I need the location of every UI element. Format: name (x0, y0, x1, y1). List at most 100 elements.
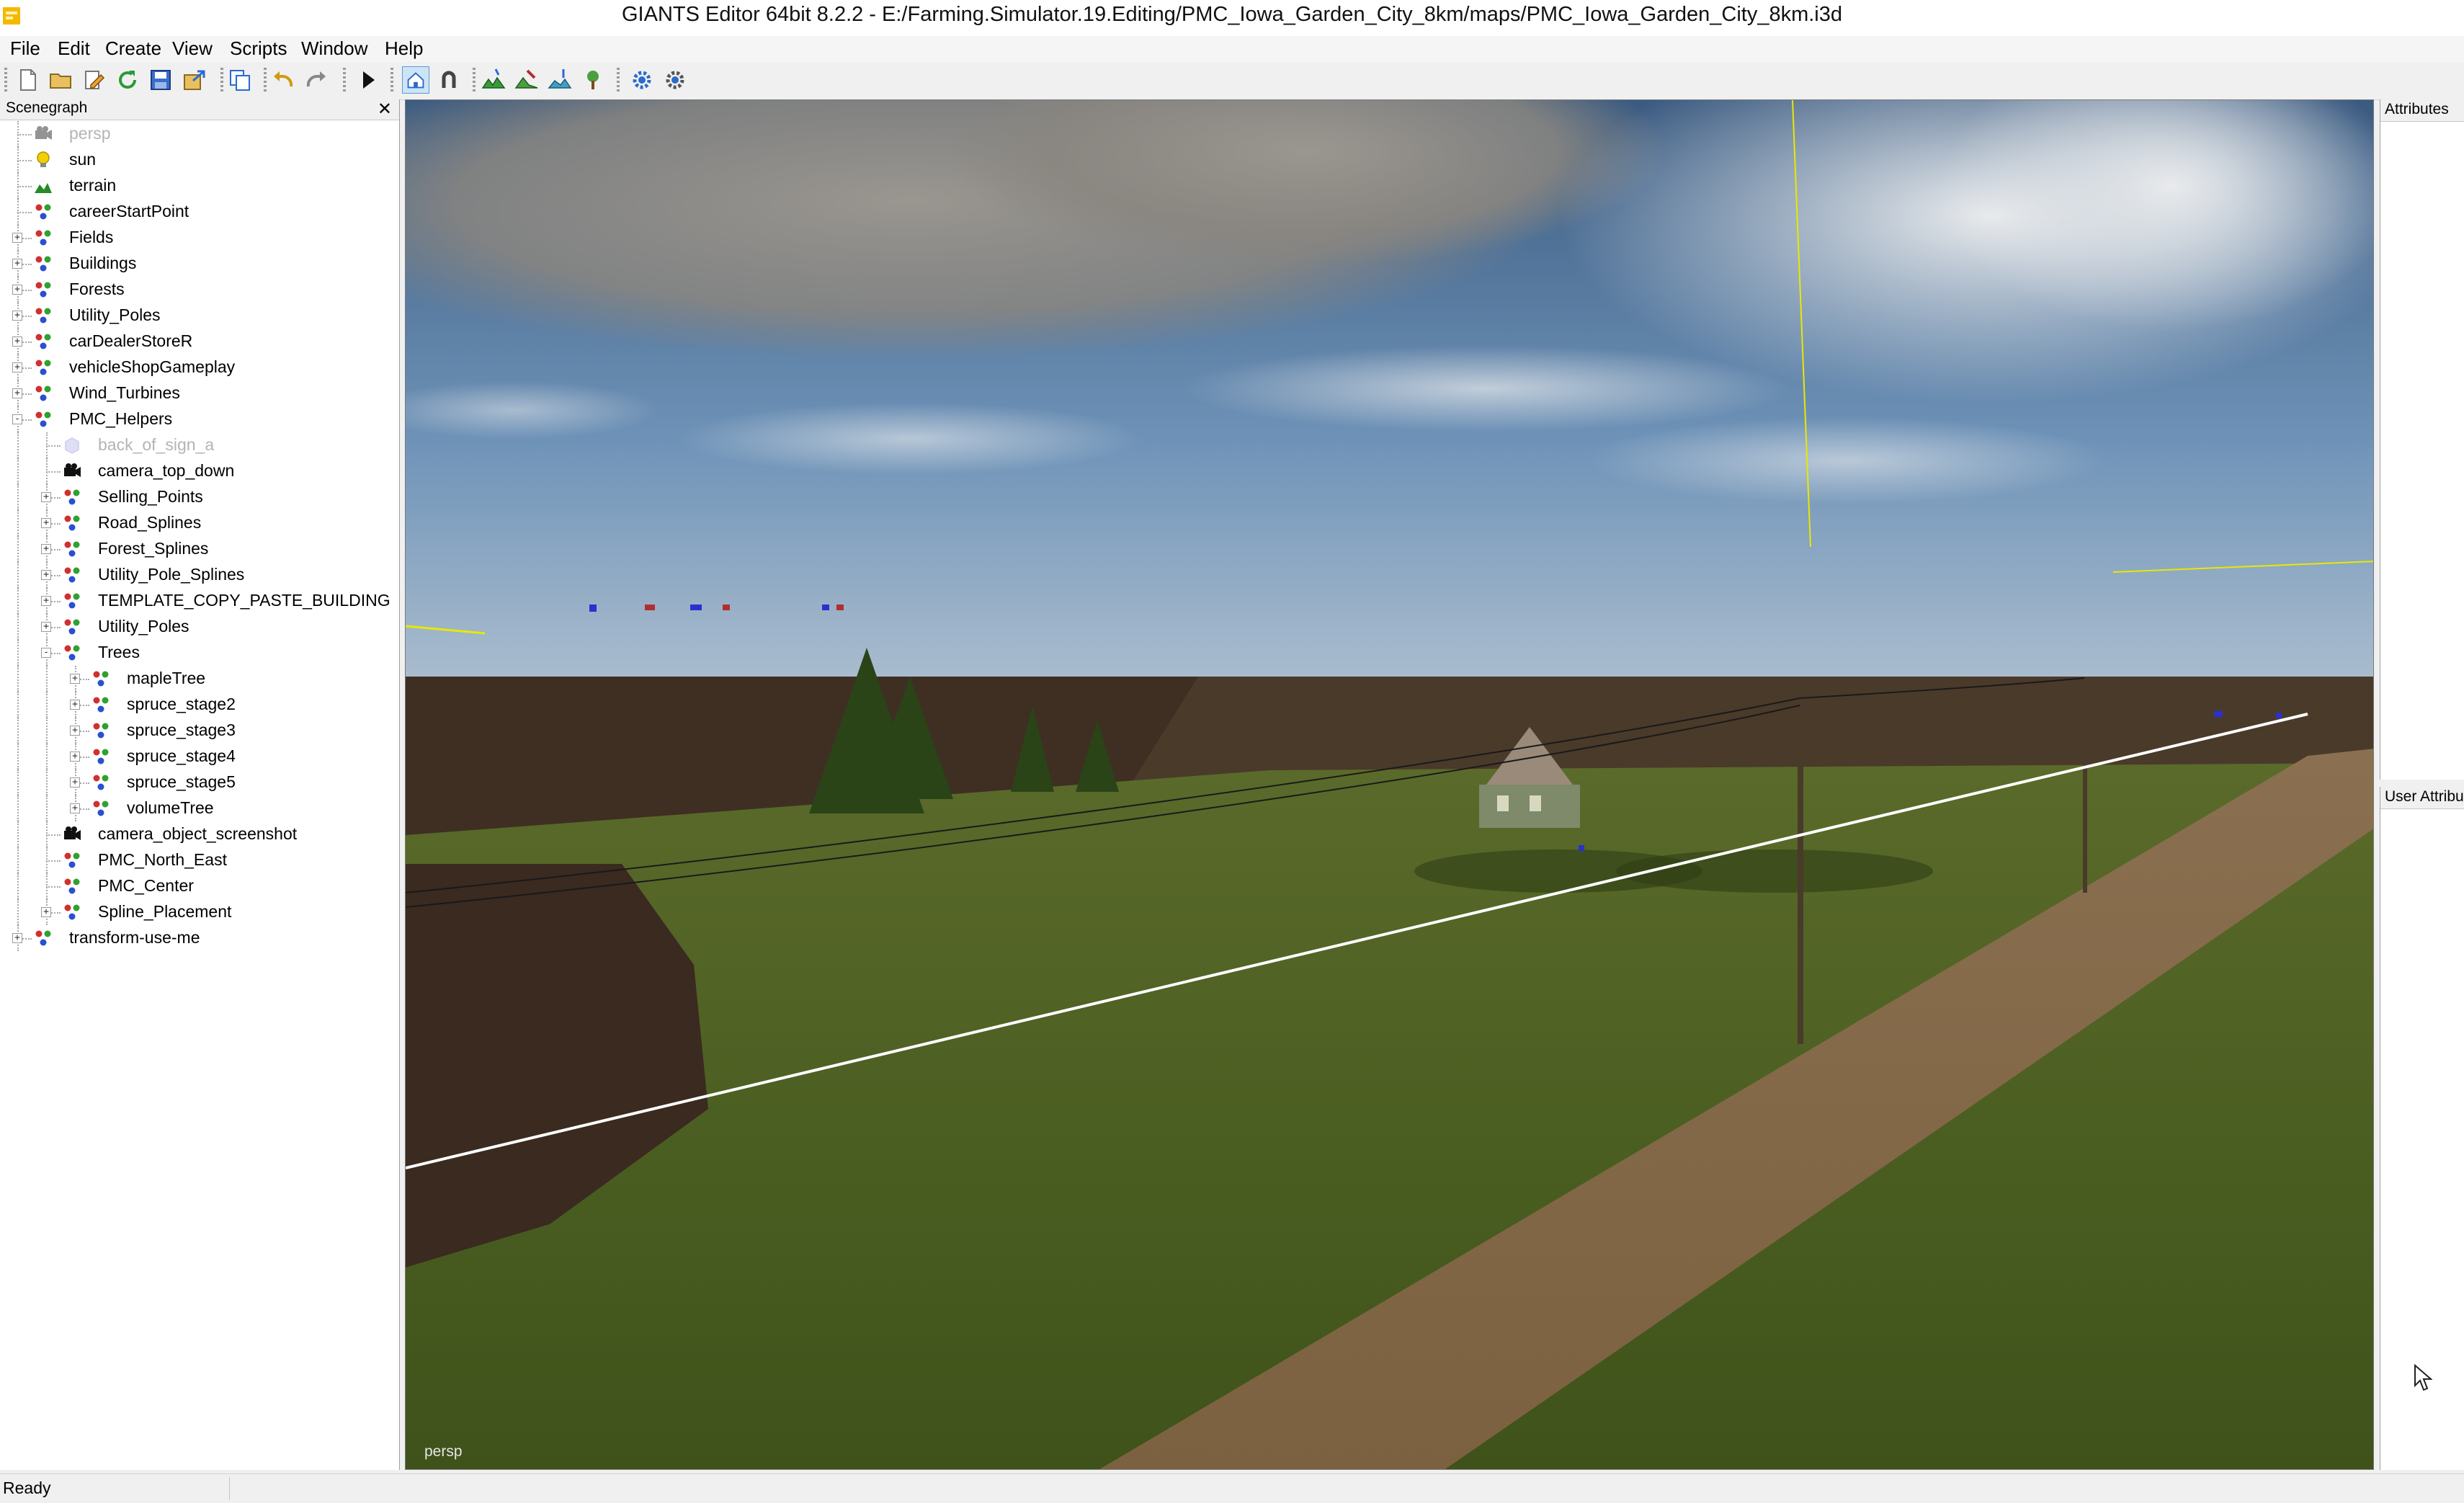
tree-node-label: Selling_Points (98, 487, 203, 506)
menu-scripts[interactable]: Scripts (227, 37, 290, 60)
tree-node[interactable]: camera_object_screenshot (0, 821, 399, 847)
expand-icon[interactable]: + (12, 388, 22, 398)
tree-node[interactable]: + Buildings (0, 251, 399, 277)
tree-node[interactable]: camera_top_down (0, 458, 399, 484)
tree-node[interactable]: persp (0, 121, 399, 147)
foliage-paint-icon[interactable] (546, 66, 573, 94)
redo-icon[interactable] (303, 66, 330, 94)
tree-node[interactable]: sun (0, 147, 399, 173)
tree-node[interactable]: + TEMPLATE_COPY_PASTE_BUILDING (0, 588, 399, 614)
placement-icon[interactable] (579, 66, 607, 94)
menu-window[interactable]: Window (298, 37, 370, 60)
expand-icon[interactable]: + (12, 233, 22, 243)
tree-guide-line (46, 718, 48, 744)
edit-icon[interactable] (81, 66, 108, 94)
tree-connector-line (46, 860, 61, 862)
tree-node[interactable]: PMC_North_East (0, 847, 399, 873)
tree-guide-line (17, 795, 19, 821)
tree-node-label: Trees (98, 643, 140, 661)
tree-node[interactable]: - PMC_Helpers (0, 406, 399, 432)
toolbar-grip[interactable] (4, 68, 7, 94)
expand-icon[interactable]: + (70, 700, 80, 710)
viewport-camera-label: persp (424, 1443, 463, 1460)
expand-icon[interactable]: + (70, 803, 80, 813)
tree-node[interactable]: + Road_Splines (0, 510, 399, 536)
expand-icon[interactable]: + (41, 518, 51, 528)
reload-gear-icon[interactable] (661, 66, 689, 94)
tree-node-label: persp (69, 124, 111, 143)
expand-icon[interactable]: + (70, 777, 80, 788)
toolbar-grip[interactable] (617, 68, 620, 94)
expand-icon[interactable]: + (12, 285, 22, 295)
expand-icon[interactable]: + (12, 259, 22, 269)
tree-node[interactable]: + carDealerStoreR (0, 329, 399, 354)
tree-node[interactable]: + Fields (0, 225, 399, 251)
tree-node[interactable]: + spruce_stage5 (0, 770, 399, 795)
expand-icon[interactable]: + (12, 336, 22, 347)
expand-icon[interactable]: + (12, 362, 22, 373)
expand-icon[interactable]: + (41, 622, 51, 632)
expand-icon[interactable]: + (41, 570, 51, 580)
menu-help[interactable]: Help (382, 37, 426, 60)
terrain-paint-icon[interactable] (480, 66, 507, 94)
tree-connector-line (46, 834, 61, 836)
export-icon[interactable] (180, 66, 207, 94)
menu-file[interactable]: File (7, 37, 43, 60)
magnet-icon[interactable] (435, 66, 463, 94)
expand-icon[interactable]: + (12, 311, 22, 321)
tree-node[interactable]: - Trees (0, 640, 399, 666)
tree-node[interactable]: + spruce_stage4 (0, 744, 399, 770)
tree-node[interactable]: + volumeTree (0, 795, 399, 821)
tree-node[interactable]: + Utility_Poles (0, 303, 399, 329)
tree-node[interactable]: + spruce_stage2 (0, 692, 399, 718)
tree-node[interactable]: + Forests (0, 277, 399, 303)
menu-edit[interactable]: Edit (55, 37, 93, 60)
toolbar-grip[interactable] (473, 68, 476, 94)
expand-icon[interactable]: + (70, 752, 80, 762)
tree-node[interactable]: + transform-use-me (0, 925, 399, 951)
toolbar-grip[interactable] (220, 68, 223, 94)
expand-icon[interactable]: + (70, 674, 80, 684)
expand-icon[interactable]: + (41, 492, 51, 502)
undo-icon[interactable] (269, 66, 297, 94)
tree-node[interactable]: + Utility_Poles (0, 614, 399, 640)
menu-view[interactable]: View (169, 37, 215, 60)
tree-node[interactable]: careerStartPoint (0, 199, 399, 225)
close-icon[interactable]: ✕ (378, 99, 392, 120)
refresh-icon[interactable] (114, 66, 141, 94)
collapse-icon[interactable]: - (12, 414, 22, 424)
tree-node[interactable]: + spruce_stage3 (0, 718, 399, 744)
tree-node[interactable]: + Forest_Splines (0, 536, 399, 562)
settings-gear-icon[interactable] (628, 66, 656, 94)
menu-create[interactable]: Create (102, 37, 164, 60)
tree-node[interactable]: terrain (0, 173, 399, 199)
home-camera-icon[interactable] (402, 66, 429, 94)
tree-node[interactable]: + Wind_Turbines (0, 380, 399, 406)
expand-icon[interactable]: + (41, 596, 51, 606)
tree-node[interactable]: + vehicleShopGameplay (0, 354, 399, 380)
expand-icon[interactable]: + (70, 726, 80, 736)
tree-node[interactable]: back_of_sign_a (0, 432, 399, 458)
3d-viewport[interactable]: persp (405, 99, 2374, 1470)
tree-node[interactable]: + mapleTree (0, 666, 399, 692)
tree-node[interactable]: PMC_Center (0, 873, 399, 899)
new-file-icon[interactable] (14, 66, 42, 94)
tree-node[interactable]: + Utility_Pole_Splines (0, 562, 399, 588)
toolbar-grip[interactable] (343, 68, 346, 94)
tree-node[interactable]: + Spline_Placement (0, 899, 399, 925)
tree-node-label: Road_Splines (98, 513, 202, 532)
terrain-sculpt-icon[interactable] (513, 66, 540, 94)
save-icon[interactable] (147, 66, 174, 94)
copy-icon[interactable] (226, 66, 254, 94)
play-icon[interactable] (354, 66, 382, 94)
scenegraph-tree[interactable]: persp sun terrain careerStartPoint + Fields + B… (0, 121, 399, 1461)
tree-node[interactable]: + Selling_Points (0, 484, 399, 510)
open-folder-icon[interactable] (48, 66, 75, 94)
expand-icon[interactable]: + (41, 907, 51, 917)
expand-icon[interactable]: + (12, 933, 22, 943)
toolbar-grip[interactable] (390, 68, 393, 94)
expand-icon[interactable]: + (41, 544, 51, 554)
transform-node-icon (62, 513, 82, 533)
collapse-icon[interactable]: - (41, 648, 51, 658)
toolbar-grip[interactable] (264, 68, 267, 94)
